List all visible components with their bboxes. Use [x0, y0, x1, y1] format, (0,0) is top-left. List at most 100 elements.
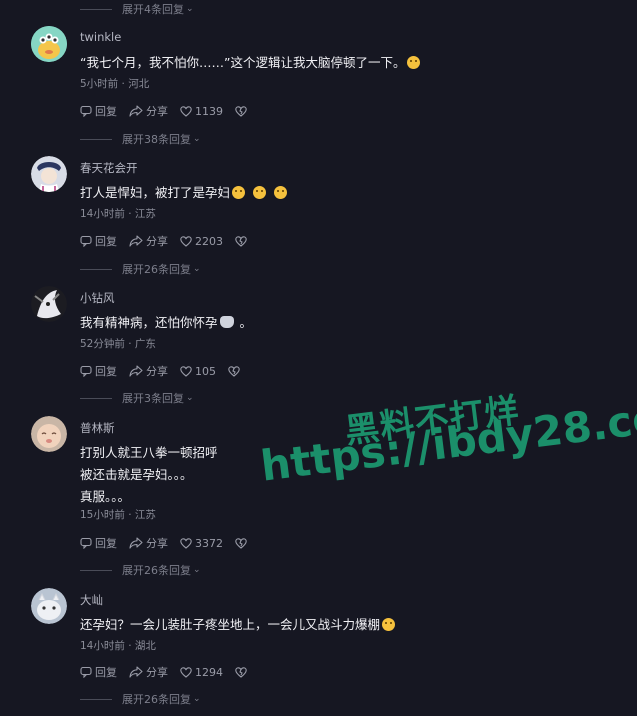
reply-icon: [80, 365, 92, 377]
reply-label: 回复: [95, 365, 117, 378]
divider: [80, 138, 112, 140]
comment-actions: 回复 分享 1139: [80, 103, 262, 119]
comment-text: 打别人就王八拳一顿招呼 被还击就是孕妇。。。 真服。。。: [80, 442, 218, 508]
share-icon: [129, 105, 143, 117]
expand-replies-label: 展开38条回复: [122, 133, 191, 146]
like-count: 105: [195, 364, 216, 378]
comment-meta: 5小时前 · 河北: [80, 78, 150, 90]
like-button[interactable]: 1139: [180, 105, 223, 118]
comment-line: 还孕妇？一会儿装肚子疼坐地上，一会儿又战斗力爆棚: [80, 617, 381, 632]
reply-button[interactable]: 回复: [80, 103, 117, 119]
like-button[interactable]: 105: [180, 365, 216, 378]
broken-heart-icon: [228, 365, 240, 377]
reply-label: 回复: [95, 666, 117, 679]
heart-icon: [180, 105, 192, 117]
laughing-icon: [232, 186, 246, 199]
expand-replies[interactable]: 展开3条回复 ⌄: [80, 389, 194, 407]
like-count: 1294: [195, 665, 223, 679]
avatar[interactable]: [31, 416, 67, 452]
like-button[interactable]: 3372: [180, 537, 223, 550]
comment-meta: 52分钟前 · 广东: [80, 338, 156, 350]
share-icon: [129, 537, 143, 549]
dislike-button[interactable]: [228, 365, 243, 377]
comment-line: 。: [239, 315, 253, 330]
reply-icon: [80, 537, 92, 549]
share-button[interactable]: 分享: [129, 664, 168, 680]
comment-meta: 15小时前 · 江苏: [80, 509, 156, 521]
expand-replies-label: 展开4条回复: [122, 3, 184, 16]
comment-line: 打人是悍妇，被打了是孕妇: [80, 185, 231, 200]
broken-heart-icon: [235, 105, 247, 117]
expand-replies[interactable]: 展开38条回复 ⌄: [80, 130, 201, 148]
comment-author[interactable]: 普林斯: [80, 420, 115, 436]
dislike-button[interactable]: [235, 235, 250, 247]
like-count: 2203: [195, 234, 223, 248]
expand-replies[interactable]: 展开4条回复 ⌄: [80, 0, 194, 18]
comment-meta: 14小时前 · 湖北: [80, 640, 156, 652]
laughing-icon: [253, 186, 266, 199]
share-button[interactable]: 分享: [129, 535, 168, 551]
reply-label: 回复: [95, 105, 117, 118]
divider: [80, 397, 112, 399]
expand-replies-label: 展开3条回复: [122, 392, 184, 405]
comment-meta: 14小时前 · 江苏: [80, 208, 156, 220]
comment-author[interactable]: 小钻风: [80, 290, 115, 306]
chevron-down-icon: ⌄: [193, 565, 201, 575]
divider: [80, 268, 112, 270]
broken-heart-icon: [235, 537, 247, 549]
comment-text: 我有精神病，还怕你怀孕 。: [80, 312, 252, 334]
share-button[interactable]: 分享: [129, 103, 168, 119]
heart-icon: [180, 666, 192, 678]
avatar[interactable]: [31, 286, 67, 322]
reply-label: 回复: [95, 537, 117, 550]
divider: [80, 569, 112, 571]
reply-button[interactable]: 回复: [80, 363, 117, 379]
comment-actions: 回复 分享 3372: [80, 535, 262, 551]
avatar[interactable]: [31, 588, 67, 624]
comment-actions: 回复 分享 1294: [80, 664, 262, 680]
reply-icon: [80, 666, 92, 678]
share-label: 分享: [146, 365, 168, 378]
broken-heart-icon: [235, 235, 247, 247]
cat-icon: [219, 316, 234, 328]
expand-replies[interactable]: 展开26条回复 ⌄: [80, 690, 201, 708]
laughing-icon: [382, 618, 396, 631]
comment-line: 打别人就王八拳一顿招呼: [80, 445, 218, 460]
comment-text: 打人是悍妇，被打了是孕妇: [80, 182, 289, 204]
like-button[interactable]: 1294: [180, 666, 223, 679]
broken-heart-icon: [235, 666, 247, 678]
avatar[interactable]: [31, 156, 67, 192]
comment-author[interactable]: 春天花会开: [80, 160, 138, 176]
dizzy-face-icon: [407, 56, 421, 69]
share-button[interactable]: 分享: [129, 233, 168, 249]
chevron-down-icon: ⌄: [186, 393, 194, 403]
dislike-button[interactable]: [235, 105, 250, 117]
chevron-down-icon: ⌄: [193, 134, 201, 144]
comment-actions: 回复 分享 2203: [80, 233, 262, 249]
expand-replies-label: 展开26条回复: [122, 693, 191, 706]
share-icon: [129, 365, 143, 377]
expand-replies[interactable]: 展开26条回复 ⌄: [80, 260, 201, 278]
share-label: 分享: [146, 105, 168, 118]
divider: [80, 698, 112, 700]
dislike-button[interactable]: [235, 537, 250, 549]
like-button[interactable]: 2203: [180, 235, 223, 248]
comment-line: 被还击就是孕妇。。。: [80, 467, 193, 482]
divider: [80, 8, 112, 10]
comment-line: 我有精神病，还怕你怀孕: [80, 315, 218, 330]
share-button[interactable]: 分享: [129, 363, 168, 379]
heart-icon: [180, 365, 192, 377]
comment-author[interactable]: twinkle: [80, 30, 121, 44]
comment-line: “我七个月，我不怕你……”这个逻辑让我大脑停顿了一下。: [80, 55, 406, 70]
heart-icon: [180, 235, 192, 247]
reply-button[interactable]: 回复: [80, 664, 117, 680]
comment-author[interactable]: 大屾: [80, 592, 103, 608]
reply-button[interactable]: 回复: [80, 535, 117, 551]
comment-actions: 回复 分享 105: [80, 363, 255, 379]
like-count: 3372: [195, 536, 223, 550]
share-icon: [129, 235, 143, 247]
dislike-button[interactable]: [235, 666, 250, 678]
reply-button[interactable]: 回复: [80, 233, 117, 249]
expand-replies[interactable]: 展开26条回复 ⌄: [80, 561, 201, 579]
avatar[interactable]: [31, 26, 67, 62]
